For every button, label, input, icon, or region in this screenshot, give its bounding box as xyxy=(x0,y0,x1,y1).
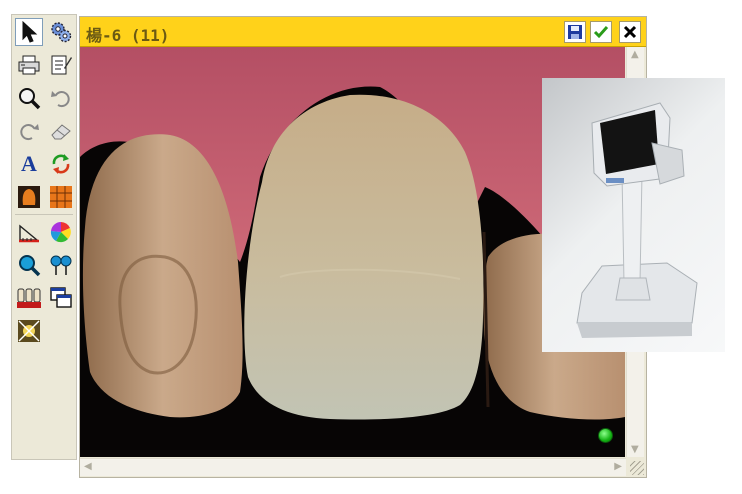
refresh-icon xyxy=(52,154,70,174)
magnifier-icon xyxy=(19,88,41,110)
pointer-icon xyxy=(22,21,38,43)
undo-icon xyxy=(51,91,70,108)
floppy-disk-icon xyxy=(568,25,582,39)
grid-icon xyxy=(50,186,72,208)
scroll-left-icon[interactable]: ◀ xyxy=(84,461,92,472)
windows-icon xyxy=(50,287,72,308)
color-wheel-icon xyxy=(50,221,71,243)
eraser-tool-button[interactable] xyxy=(47,117,75,145)
eraser-icon xyxy=(51,124,71,140)
shade-scanner-device xyxy=(576,102,698,338)
horizontal-scrollbar[interactable]: ◀ ▶ xyxy=(80,458,626,476)
tooth-shade-icon xyxy=(18,186,40,208)
text-tool-button[interactable]: A xyxy=(15,150,43,178)
measure-tool-button[interactable] xyxy=(15,218,43,246)
text-a-icon: A xyxy=(21,151,37,176)
pins-icon xyxy=(50,255,72,275)
windows-tool-button[interactable] xyxy=(47,284,75,312)
pins-tool-button[interactable] xyxy=(47,251,75,279)
grid-tool-button[interactable] xyxy=(47,183,75,211)
confirm-button[interactable] xyxy=(590,21,612,43)
scroll-up-icon[interactable]: ▲ xyxy=(631,49,639,60)
document-tool-button[interactable] xyxy=(47,51,75,79)
green-led-icon xyxy=(598,428,613,443)
magnifier-blue-icon xyxy=(19,255,41,277)
palette-divider xyxy=(15,214,73,215)
print-tool-button[interactable] xyxy=(15,51,43,79)
scroll-down-icon[interactable]: ▼ xyxy=(631,444,639,455)
color-wheel-tool-button[interactable] xyxy=(47,218,75,246)
save-button[interactable] xyxy=(564,21,586,43)
close-icon xyxy=(623,25,637,39)
window-title: 楊-6 (11) xyxy=(86,26,170,45)
redo-tool-button[interactable] xyxy=(15,117,43,145)
window-titlebar[interactable]: 楊-6 (11) xyxy=(80,17,646,47)
gears-icon xyxy=(51,22,72,43)
shade-tabs-icon xyxy=(17,288,41,308)
document-edit-icon xyxy=(51,55,72,75)
shade-tabs-tool-button[interactable] xyxy=(15,284,43,312)
tooth-map-tool-button[interactable] xyxy=(15,183,43,211)
find-tool-button[interactable] xyxy=(15,251,43,279)
resize-grip-icon[interactable] xyxy=(630,461,644,475)
printer-icon xyxy=(18,55,40,75)
redo-icon xyxy=(20,124,39,141)
checkmark-icon xyxy=(593,26,609,39)
tool-palette: A xyxy=(11,14,77,460)
ruler-icon xyxy=(19,224,39,243)
refresh-tool-button[interactable] xyxy=(47,150,75,178)
close-button[interactable] xyxy=(619,21,641,43)
settings-tool-button[interactable] xyxy=(47,18,75,46)
shade-scanner-photo xyxy=(542,78,725,352)
scroll-right-icon[interactable]: ▶ xyxy=(614,461,622,472)
zoom-tool-button[interactable] xyxy=(15,84,43,112)
image-crossed-icon xyxy=(18,320,40,342)
image-tool-button[interactable] xyxy=(15,317,43,345)
pointer-tool-button[interactable] xyxy=(15,18,43,46)
undo-tool-button[interactable] xyxy=(47,84,75,112)
